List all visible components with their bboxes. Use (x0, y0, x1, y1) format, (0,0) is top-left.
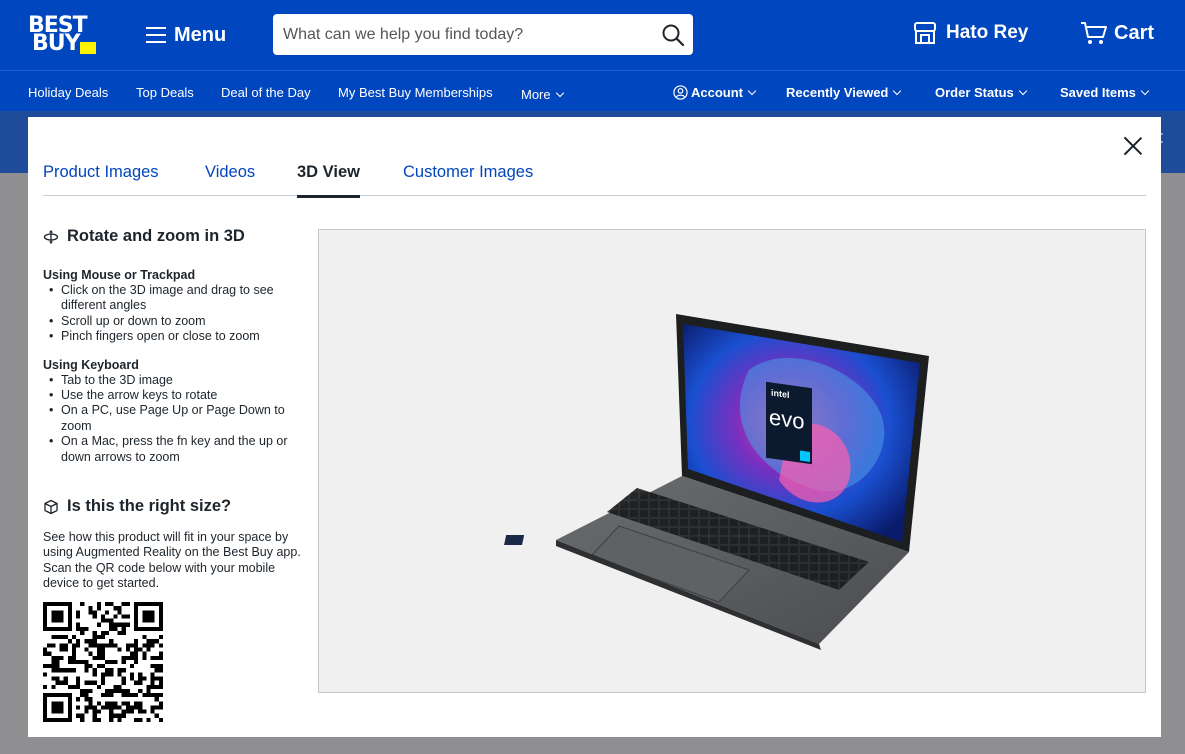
nav-deal-of-the-day[interactable]: Deal of the Day (221, 85, 311, 100)
nav-saved-items[interactable]: Saved Items (1060, 85, 1150, 100)
3d-viewer[interactable]: intel evo (318, 229, 1146, 693)
search-icon[interactable] (661, 23, 685, 47)
tab-videos[interactable]: Videos (205, 163, 255, 196)
menu-label: Menu (174, 23, 227, 46)
tab-customer-images[interactable]: Customer Images (403, 163, 533, 196)
cart-label: Cart (1114, 21, 1155, 44)
cart-button[interactable]: Cart (1080, 20, 1154, 46)
list-item: On a PC, use Page Up or Page Down to zoo… (43, 403, 313, 434)
rotate-heading: Rotate and zoom in 3D (43, 227, 313, 246)
size-heading: Is this the right size? (43, 497, 313, 516)
ar-description: See how this product will fit in your sp… (43, 530, 301, 591)
keyboard-section-title: Using Keyboard (43, 357, 139, 372)
logo-tag-icon (80, 42, 96, 54)
list-item: Tab to the 3D image (43, 373, 313, 389)
instructions-panel: Rotate and zoom in 3D Using Mouse or Tra… (43, 227, 313, 727)
nav-account[interactable]: Account (673, 85, 757, 100)
media-gallery-modal: Product Images Videos 3D View Customer I… (28, 117, 1161, 737)
account-icon (673, 85, 688, 100)
nav-holiday-deals[interactable]: Holiday Deals (28, 85, 108, 100)
nav-order-status-label: Order Status (935, 85, 1014, 100)
chevron-down-icon (555, 88, 564, 98)
chevron-down-icon (747, 86, 757, 96)
search-bar (273, 14, 693, 55)
nav-top-deals[interactable]: Top Deals (136, 85, 194, 100)
rotate-heading-text: Rotate and zoom in 3D (67, 227, 245, 245)
list-item: Use the arrow keys to rotate (43, 388, 313, 404)
list-item: On a Mac, press the fn key and the up or… (43, 434, 313, 465)
nav-more-label: More (521, 87, 551, 102)
sticker-intel-text: intel (771, 387, 790, 401)
gallery-tabs: Product Images Videos 3D View Customer I… (43, 161, 1146, 198)
tab-3d-view[interactable]: 3D View (297, 163, 360, 198)
intel-evo-sticker: intel evo (766, 381, 812, 465)
list-item: Click on the 3D image and drag to see di… (43, 283, 313, 314)
nav-recently-viewed-label: Recently Viewed (786, 85, 889, 100)
mouse-steps: Click on the 3D image and drag to see di… (43, 283, 313, 345)
secondary-nav: Holiday Deals Top Deals Deal of the Day … (0, 70, 1185, 111)
best-buy-logo[interactable]: BEST BUY (28, 14, 96, 56)
hamburger-icon (146, 27, 166, 43)
nav-order-status[interactable]: Order Status (935, 85, 1027, 100)
sticker-evo-text: evo (769, 404, 805, 435)
laptop-3d-model[interactable] (319, 230, 1145, 692)
list-item: Scroll up or down to zoom (43, 314, 313, 330)
nav-more[interactable]: More (521, 87, 564, 102)
chevron-down-icon (1018, 86, 1027, 96)
keyboard-steps: Tab to the 3D image Use the arrow keys t… (43, 373, 313, 465)
store-name: Hato Rey (946, 22, 1029, 43)
menu-button[interactable]: Menu (146, 22, 226, 48)
mouse-section-title: Using Mouse or Trackpad (43, 268, 196, 282)
nav-recently-viewed[interactable]: Recently Viewed (786, 85, 902, 100)
qr-code (43, 601, 163, 722)
rotate-3d-icon (43, 229, 59, 244)
cube-icon (44, 499, 58, 514)
close-icon[interactable] (1123, 136, 1143, 156)
search-input[interactable] (283, 22, 653, 47)
store-icon (914, 22, 936, 44)
sticker-accent (800, 450, 810, 462)
size-heading-text: Is this the right size? (67, 497, 232, 516)
store-locator[interactable]: Hato Rey (912, 20, 1028, 46)
list-item: Pinch fingers open or close to zoom (43, 329, 313, 345)
chevron-down-icon (893, 86, 902, 96)
tab-product-images[interactable]: Product Images (43, 163, 159, 196)
nav-memberships[interactable]: My Best Buy Memberships (338, 85, 493, 100)
cart-icon (1081, 22, 1107, 44)
nav-saved-items-label: Saved Items (1060, 85, 1136, 100)
logo-text-buy: BUY (32, 31, 81, 56)
chevron-down-icon (1140, 86, 1150, 96)
nav-account-label: Account (691, 85, 743, 100)
top-header: BEST BUY Menu Hato Rey Cart (0, 0, 1185, 70)
